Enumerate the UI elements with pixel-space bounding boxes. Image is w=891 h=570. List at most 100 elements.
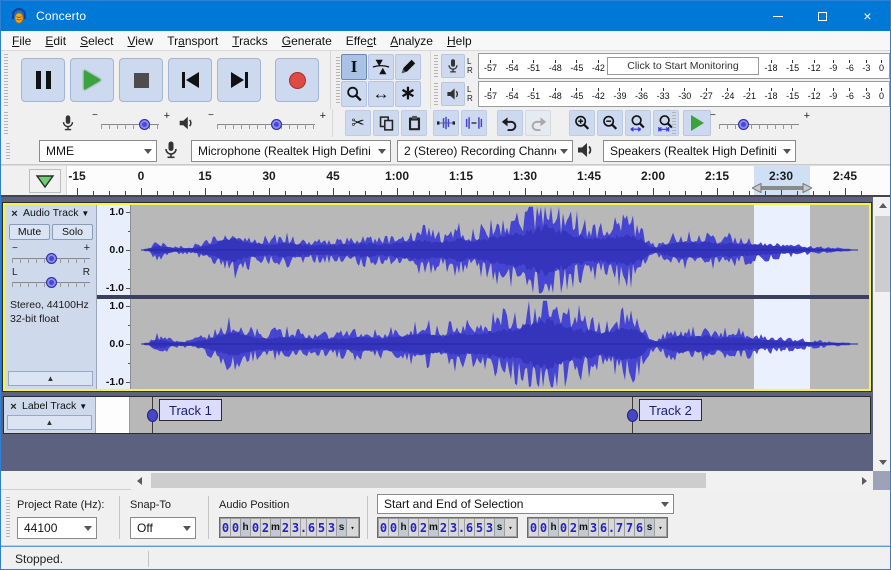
multi-tool-button[interactable]: ∗ [395,81,421,107]
time-digit[interactable]: 7 [615,519,624,536]
unit-seconds[interactable]: s [337,519,346,536]
close-track-icon[interactable]: × [6,400,21,414]
unit-seconds[interactable]: s [495,519,504,536]
quick-play-selection-handle[interactable] [752,183,812,193]
label-text-box[interactable]: Track 2 [639,399,702,421]
label-track-body[interactable]: Track 1 Track 2 [130,397,868,433]
timeshift-tool-button[interactable]: ↔ [368,81,394,107]
playback-meter[interactable]: -57 -54 -51 -48 -45 -42 -39 -36 -33 -30 -27 -24 -21-… [478,81,890,107]
time-digit[interactable]: 0 [379,519,388,536]
time-digit[interactable]: 3 [327,519,336,536]
time-digit[interactable]: 3 [589,519,598,536]
unit-minutes[interactable]: m [271,519,280,536]
time-digit[interactable]: 5 [475,519,484,536]
track-name-menu[interactable]: Audio Track ▼ [23,207,89,219]
time-digit[interactable]: 2 [261,519,270,536]
selection-tool-button[interactable]: I [341,54,367,80]
menu-item-tracks[interactable]: Tracks [225,31,275,51]
time-digit[interactable]: 0 [559,519,568,536]
label-marker-icon[interactable] [627,409,638,422]
time-digit[interactable]: 2 [281,519,290,536]
time-digit[interactable]: . [300,519,307,536]
scroll-down-icon[interactable] [873,454,890,471]
unit-minutes[interactable]: m [429,519,438,536]
recording-volume-thumb[interactable] [138,119,150,130]
skip-to-start-button[interactable] [168,58,212,102]
record-meter-mic-button[interactable] [441,54,465,78]
record-button[interactable] [275,58,319,102]
time-digit[interactable]: 6 [599,519,608,536]
time-digit[interactable]: 6 [635,519,644,536]
scroll-left-icon[interactable] [131,471,148,490]
scroll-up-icon[interactable] [873,197,890,214]
play-speed-slider[interactable]: − + [710,110,810,136]
audio-host-select[interactable]: MME [39,140,157,162]
recording-volume-slider[interactable]: − + [92,110,170,136]
pan-slider[interactable]: L R [12,267,90,291]
selection-end-field[interactable]: 0 0 h 0 2 m 3 6. 7 7 6 s ▾ [527,517,668,538]
waveform-left-channel[interactable] [131,205,869,295]
horizontal-scrollbar-thumb[interactable] [151,473,706,488]
playback-device-select[interactable]: Speakers (Realtek High Definiti [603,140,796,162]
envelope-tool-button[interactable] [368,54,394,80]
audio-position-field[interactable]: 0 0 h 0 2 m 2 3. 6 5 3 s ▾ [219,517,360,538]
time-digit[interactable]: 3 [291,519,300,536]
vertical-scrollbar[interactable] [873,197,890,471]
playback-meter-speaker-button[interactable] [441,82,465,106]
menu-item-view[interactable]: View [120,31,160,51]
gain-thumb[interactable] [45,253,57,264]
play-button[interactable] [70,58,114,102]
label-track[interactable]: × Label Track ▼ ▲ Track 1 Track 2 [3,396,871,434]
timeline-ruler[interactable]: -15 0 15 30 45 1:00 1:15 1:30 1:45 2:00 2:15 2:30 2:… [1,165,890,197]
silence-audio-button[interactable] [461,110,487,136]
unit-hours[interactable]: h [399,519,408,536]
menu-item-select[interactable]: Select [73,31,120,51]
paste-button[interactable] [401,110,427,136]
close-icon[interactable]: × [845,1,890,31]
vertical-scale-left-channel[interactable]: 1.0 0.0 -1.0 [97,205,131,295]
selection-mode-select[interactable]: Start and End of Selection [377,494,674,514]
time-field-dropdown-icon[interactable]: ▾ [347,519,358,536]
label-text-box[interactable]: Track 1 [159,399,222,421]
unit-minutes[interactable]: m [579,519,588,536]
time-digit[interactable]: 7 [625,519,634,536]
time-digit[interactable]: 6 [465,519,474,536]
horizontal-scrollbar[interactable] [131,471,873,490]
menu-item-file[interactable]: File [5,31,38,51]
mute-button[interactable]: Mute [9,224,50,240]
pause-button[interactable] [21,58,65,102]
time-digit[interactable]: 2 [569,519,578,536]
toolbar-grip[interactable] [433,83,439,105]
time-digit[interactable]: 3 [485,519,494,536]
menu-item-effect[interactable]: Effect [339,31,383,51]
collapse-track-button[interactable]: ▲ [8,371,93,386]
solo-button[interactable]: Solo [52,224,93,240]
toolbar-grip[interactable] [3,54,9,106]
time-digit[interactable]: 3 [449,519,458,536]
time-digit[interactable]: 0 [409,519,418,536]
menu-item-edit[interactable]: Edit [38,31,73,51]
menu-item-analyze[interactable]: Analyze [383,31,440,51]
fit-selection-button[interactable] [625,110,651,136]
zoom-tool-button[interactable] [341,81,367,107]
vertical-scrollbar-thumb[interactable] [875,216,890,292]
gain-slider[interactable]: − + [12,242,90,267]
time-field-dropdown-icon[interactable]: ▾ [505,519,516,536]
toolbar-grip[interactable] [5,497,11,538]
project-rate-select[interactable]: 44100 [17,517,97,539]
menu-item-transport[interactable]: Transport [160,31,225,51]
time-digit[interactable]: 5 [317,519,326,536]
time-digit[interactable]: 0 [221,519,230,536]
label-marker-icon[interactable] [147,409,158,422]
stop-button[interactable] [119,58,163,102]
pin-playhead-button[interactable] [29,169,61,193]
label-track-name-menu[interactable]: Label Track ▼ [22,400,87,412]
monitoring-hint[interactable]: Click to Start Monitoring [607,57,759,75]
waveform-right-channel[interactable] [131,299,869,389]
menu-item-generate[interactable]: Generate [275,31,339,51]
scroll-right-icon[interactable] [856,471,873,490]
time-digit[interactable]: . [608,519,615,536]
minimize-icon[interactable] [755,1,800,31]
skip-to-end-button[interactable] [217,58,261,102]
time-digit[interactable]: 0 [251,519,260,536]
